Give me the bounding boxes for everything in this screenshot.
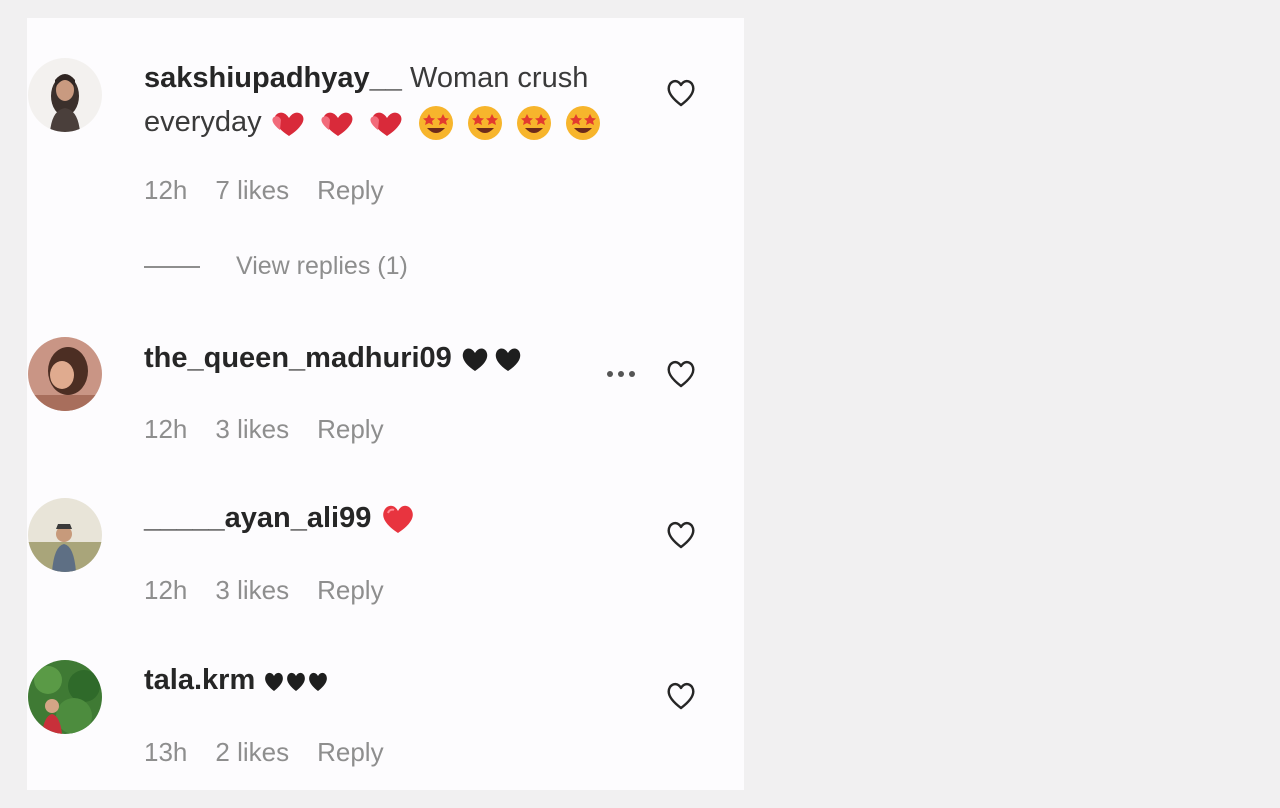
comment-time: 12h bbox=[144, 175, 188, 205]
two-hearts-icon bbox=[321, 112, 353, 137]
comment-username[interactable]: the_queen_madhuri09 bbox=[144, 342, 452, 374]
comment-body: tala.krm bbox=[144, 658, 624, 702]
avatar[interactable] bbox=[28, 660, 102, 734]
comment-meta: 12h 3 likes Reply bbox=[144, 414, 384, 445]
comment-likes[interactable]: 2 likes bbox=[215, 737, 289, 768]
like-heart-icon[interactable] bbox=[664, 518, 698, 550]
comment-username[interactable]: sakshiupadhyay__ bbox=[144, 62, 402, 94]
comment-likes[interactable]: 7 likes bbox=[215, 175, 289, 206]
comment-meta: 12h 7 likes Reply bbox=[144, 175, 384, 206]
more-options-icon[interactable] bbox=[602, 366, 642, 382]
black-heart-icon bbox=[462, 348, 488, 372]
reply-button[interactable]: Reply bbox=[317, 737, 383, 768]
divider bbox=[144, 265, 200, 268]
comment-username[interactable]: tala.krm bbox=[144, 664, 255, 696]
black-heart-icon bbox=[495, 348, 521, 372]
comment-username[interactable]: _____ayan_ali99 bbox=[144, 502, 371, 534]
comment-body: the_queen_madhuri09 bbox=[144, 336, 624, 380]
like-heart-icon[interactable] bbox=[664, 679, 698, 711]
star-struck-icon bbox=[517, 106, 552, 141]
comment-meta: 12h 3 likes Reply bbox=[144, 575, 384, 606]
comment-meta: 13h 2 likes Reply bbox=[144, 737, 384, 768]
reply-button[interactable]: Reply bbox=[317, 175, 383, 206]
view-replies-label: View replies (1) bbox=[236, 252, 408, 280]
comments-panel: sakshiupadhyay__ Woman crush everyday 12… bbox=[27, 18, 744, 790]
reply-button[interactable]: Reply bbox=[317, 414, 383, 445]
avatar[interactable] bbox=[28, 498, 102, 572]
comment-time: 13h bbox=[144, 737, 188, 767]
comment-likes[interactable]: 3 likes bbox=[215, 575, 289, 606]
comment-body: sakshiupadhyay__ Woman crush everyday bbox=[144, 56, 624, 144]
emoji-row bbox=[379, 502, 420, 534]
star-struck-icon bbox=[467, 106, 502, 141]
two-hearts-icon bbox=[272, 112, 304, 137]
comment-time: 12h bbox=[144, 414, 188, 444]
star-struck-icon bbox=[566, 106, 601, 141]
black-hearts-icon bbox=[265, 673, 328, 692]
comment-time: 12h bbox=[144, 575, 188, 605]
star-struck-icon bbox=[418, 106, 453, 141]
emoji-row bbox=[263, 664, 332, 696]
emoji-row bbox=[270, 106, 605, 141]
two-hearts-icon bbox=[370, 112, 402, 137]
view-replies-button[interactable]: View replies (1) bbox=[144, 252, 408, 281]
red-heart-icon bbox=[383, 506, 414, 534]
avatar[interactable] bbox=[28, 337, 102, 411]
emoji-row bbox=[460, 342, 526, 374]
like-heart-icon[interactable] bbox=[664, 357, 698, 389]
avatar[interactable] bbox=[28, 58, 102, 132]
comment-body: _____ayan_ali99 bbox=[144, 496, 624, 540]
comment-likes[interactable]: 3 likes bbox=[215, 414, 289, 445]
reply-button[interactable]: Reply bbox=[317, 575, 383, 606]
like-heart-icon[interactable] bbox=[664, 76, 698, 108]
